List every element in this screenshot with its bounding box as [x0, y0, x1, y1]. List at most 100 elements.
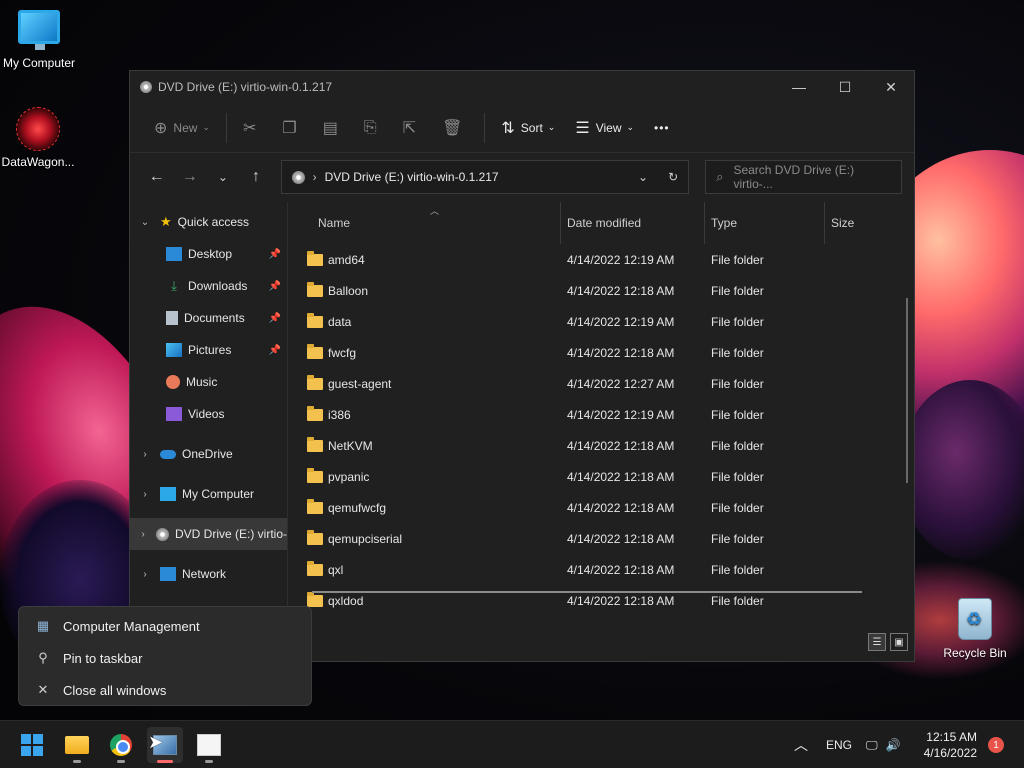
- file-date: 4/14/2022 12:19 AM: [567, 407, 675, 422]
- file-row[interactable]: data 4/14/2022 12:19 AM File folder: [288, 306, 888, 337]
- system-tray-icons[interactable]: 🖵 🔊: [866, 721, 901, 768]
- sidebar-item-pictures[interactable]: Pictures 📌: [130, 334, 287, 366]
- sidebar-item-documents[interactable]: Documents 📌: [130, 302, 287, 334]
- sidebar-item-my-computer[interactable]: › My Computer: [130, 478, 287, 510]
- jump-list-menu: ▦ Computer Management ⚲ Pin to taskbar ✕…: [18, 606, 312, 706]
- file-row[interactable]: fwcfg 4/14/2022 12:18 AM File folder: [288, 337, 888, 368]
- delete-button[interactable]: 🗑: [432, 111, 478, 145]
- cloud-icon: [160, 449, 176, 459]
- volume-icon: 🔊: [885, 738, 901, 752]
- chevron-up-icon: ︿: [794, 737, 808, 753]
- column-headers: ︿ Name Date modified Type Size: [288, 202, 914, 244]
- folder-icon: [307, 436, 323, 452]
- search-box[interactable]: ⌕ Search DVD Drive (E:) virtio-...: [705, 160, 902, 194]
- desktop-icon-recycle-bin[interactable]: Recycle Bin: [935, 598, 1015, 660]
- file-row[interactable]: NetKVM 4/14/2022 12:18 AM File folder: [288, 430, 888, 461]
- chevron-right-icon[interactable]: ›: [130, 569, 160, 580]
- details-view-button[interactable]: ☰: [868, 633, 886, 651]
- sidebar-item-quick-access[interactable]: ⌄ ★ Quick access: [130, 206, 287, 238]
- folder-icon: [307, 312, 323, 328]
- address-bar[interactable]: › DVD Drive (E:) virtio-win-0.1.217 ⌄ ↻: [280, 160, 690, 194]
- chevron-right-icon[interactable]: ›: [130, 449, 160, 460]
- more-options-button[interactable]: •••: [644, 111, 680, 145]
- notification-badge[interactable]: 1: [988, 737, 1004, 753]
- column-header-name[interactable]: Name: [312, 202, 560, 244]
- forward-button[interactable]: →: [175, 162, 204, 192]
- file-name: Balloon: [328, 283, 369, 298]
- cut-button[interactable]: ✂: [233, 111, 272, 145]
- copy-button[interactable]: ❐: [272, 111, 312, 145]
- sidebar-item-network[interactable]: › Network: [130, 558, 287, 590]
- horizontal-scrollbar[interactable]: [312, 591, 862, 593]
- cut-icon: ✂: [242, 119, 257, 137]
- sidebar-item-downloads[interactable]: ⤓ Downloads 📌: [130, 270, 287, 302]
- language-indicator[interactable]: ENG: [826, 721, 852, 768]
- menu-item-pin-to-taskbar[interactable]: ⚲ Pin to taskbar: [19, 642, 311, 674]
- file-row[interactable]: qemupciserial 4/14/2022 12:18 AM File fold…: [288, 523, 888, 554]
- sidebar-item-desktop[interactable]: Desktop 📌: [130, 238, 287, 270]
- start-button[interactable]: [14, 727, 50, 763]
- close-icon: ✕: [37, 682, 49, 697]
- paste-button[interactable]: ▤: [313, 111, 354, 145]
- file-row[interactable]: qemufwcfg 4/14/2022 12:18 AM File folder: [288, 492, 888, 523]
- sort-button[interactable]: ⇅ Sort ⌄: [491, 111, 565, 145]
- file-row[interactable]: pvpanic 4/14/2022 12:18 AM File folder: [288, 461, 888, 492]
- file-date: 4/14/2022 12:18 AM: [567, 531, 675, 546]
- share-icon: ⇱: [402, 119, 417, 137]
- new-button[interactable]: ⊕ New ⌄: [144, 111, 220, 145]
- refresh-button[interactable]: ↻: [668, 170, 678, 184]
- folder-icon: [307, 374, 323, 390]
- file-row[interactable]: i386 4/14/2022 12:19 AM File folder: [288, 399, 888, 430]
- up-button[interactable]: ↑: [241, 162, 270, 192]
- recent-locations-button[interactable]: ⌄: [208, 162, 237, 192]
- sidebar-item-videos[interactable]: Videos: [130, 398, 287, 430]
- back-button[interactable]: ←: [142, 162, 171, 192]
- file-explorer-window: DVD Drive (E:) virtio-win-0.1.217 — ☐ ✕ …: [129, 70, 915, 662]
- column-header-size[interactable]: Size: [824, 202, 904, 244]
- close-button[interactable]: ✕: [868, 71, 914, 103]
- menu-item-close-all-windows[interactable]: ✕ Close all windows: [19, 674, 311, 706]
- file-row[interactable]: amd64 4/14/2022 12:19 AM File folder: [288, 244, 888, 275]
- file-date: 4/14/2022 12:27 AM: [567, 376, 675, 391]
- mouse-cursor: ➤: [148, 732, 164, 752]
- file-type: File folder: [711, 438, 764, 453]
- chevron-right-icon[interactable]: ›: [130, 529, 156, 540]
- windows-logo-icon: [21, 734, 43, 756]
- file-row[interactable]: qxl 4/14/2022 12:18 AM File folder: [288, 554, 888, 585]
- file-name: pvpanic: [328, 469, 370, 484]
- sidebar-item-onedrive[interactable]: › OneDrive: [130, 438, 287, 470]
- file-date: 4/14/2022 12:19 AM: [567, 252, 675, 267]
- minimize-button[interactable]: —: [776, 71, 822, 103]
- file-name: qemupciserial: [328, 531, 403, 546]
- taskbar-chrome[interactable]: [103, 727, 139, 763]
- title-bar[interactable]: DVD Drive (E:) virtio-win-0.1.217 — ☐ ✕: [130, 71, 914, 103]
- share-button[interactable]: ⇱: [393, 111, 432, 145]
- clock[interactable]: 12:15 AM 4/16/2022: [924, 729, 977, 761]
- taskbar-file-explorer[interactable]: [59, 727, 95, 763]
- sidebar-item-music[interactable]: Music: [130, 366, 287, 398]
- vertical-scrollbar[interactable]: [906, 298, 908, 483]
- file-row[interactable]: qxldod 4/14/2022 12:18 AM File folder: [288, 585, 888, 616]
- maximize-button[interactable]: ☐: [822, 71, 868, 103]
- taskbar-app-blank[interactable]: [191, 727, 227, 763]
- file-row[interactable]: guest-agent 4/14/2022 12:27 AM File folder: [288, 368, 888, 399]
- desktop-icon-my-computer[interactable]: My Computer: [0, 10, 79, 70]
- file-name: guest-agent: [328, 376, 392, 391]
- rename-button[interactable]: ⎘: [354, 111, 393, 145]
- view-button[interactable]: ☰ View ⌄: [565, 111, 644, 145]
- address-dropdown-button[interactable]: ⌄: [638, 170, 648, 184]
- chevron-right-icon[interactable]: ›: [130, 489, 160, 500]
- menu-item-computer-management[interactable]: ▦ Computer Management: [19, 610, 311, 642]
- folder-icon: [307, 405, 323, 421]
- show-hidden-icons-button[interactable]: ︿: [794, 721, 808, 768]
- chevron-down-icon[interactable]: ⌄: [130, 217, 160, 228]
- file-date: 4/14/2022 12:19 AM: [567, 314, 675, 329]
- sidebar-item-dvd-drive[interactable]: › DVD Drive (E:) virtio-: [130, 518, 287, 550]
- large-icons-view-button[interactable]: ▣: [890, 633, 908, 651]
- column-header-type[interactable]: Type: [704, 202, 824, 244]
- pin-icon: 📌: [268, 344, 281, 356]
- desktop-icon-datawagon[interactable]: DataWagon...: [0, 107, 78, 169]
- file-row[interactable]: Balloon 4/14/2022 12:18 AM File folder: [288, 275, 888, 306]
- videos-icon: [166, 407, 182, 421]
- column-header-date[interactable]: Date modified: [560, 202, 704, 244]
